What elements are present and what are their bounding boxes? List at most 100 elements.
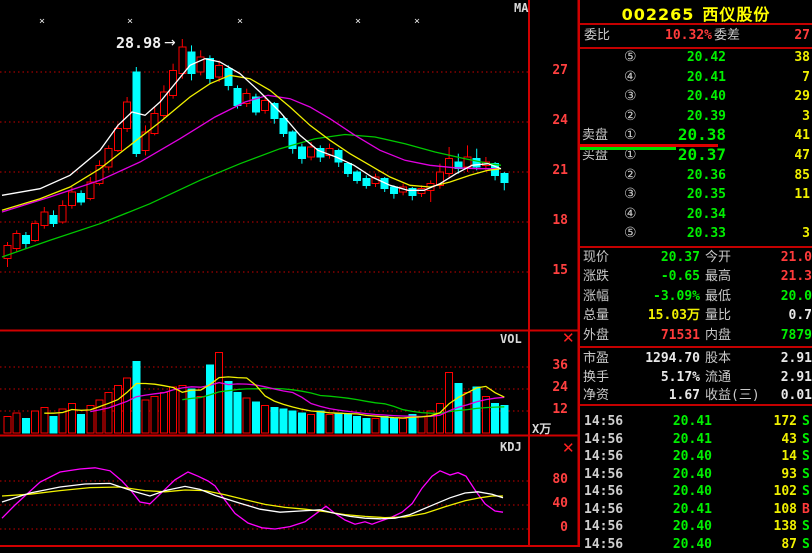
fund-value: 0.01 bbox=[756, 386, 812, 405]
ladder-price: 20.39 bbox=[646, 107, 726, 127]
stock-name: 西仪股份 bbox=[702, 5, 770, 24]
ladder-price: 20.38 bbox=[646, 126, 726, 144]
info-row: 涨幅-3.09%最低20.0 bbox=[580, 287, 812, 306]
ladder-volume: 85 bbox=[760, 166, 810, 186]
tape-volume: 138 bbox=[720, 518, 797, 536]
divider bbox=[580, 23, 812, 25]
ladder-price: 20.35 bbox=[646, 185, 726, 205]
tape-price: 20.40 bbox=[656, 483, 712, 501]
tape-volume: 43 bbox=[720, 431, 797, 449]
tape-direction-flag: B bbox=[802, 501, 810, 519]
axis-tick-label: 80 bbox=[528, 472, 574, 487]
fundamental-row: 净资 1.67 收益(三)0.01 bbox=[580, 386, 812, 405]
info-value: 15.03万 bbox=[618, 306, 700, 325]
volume-panel[interactable] bbox=[0, 332, 528, 434]
ask-row-②[interactable]: ②20.393 bbox=[580, 107, 812, 127]
kdj-panel[interactable] bbox=[0, 437, 528, 547]
info-value: 20.37 bbox=[618, 248, 700, 267]
fund-value: 1.67 bbox=[618, 386, 700, 405]
weicha-label: 委差 bbox=[714, 26, 740, 46]
bid-row-②[interactable]: ②20.3685 bbox=[580, 166, 812, 186]
info-row: 总量15.03万量比0.7 bbox=[580, 306, 812, 325]
bid-row-③[interactable]: ③20.3511 bbox=[580, 185, 812, 205]
divider bbox=[580, 404, 812, 406]
fund-label: 换手 bbox=[583, 368, 609, 387]
ladder-level-icon: ② bbox=[624, 166, 637, 186]
tape-volume: 87 bbox=[720, 536, 797, 553]
kdj-label: KDJ bbox=[500, 440, 522, 454]
tape-volume: 108 bbox=[720, 501, 797, 519]
tape-time: 14:56 bbox=[584, 448, 623, 466]
tape-row: 14:5620.4014S bbox=[580, 448, 812, 466]
tape-row: 14:56 20.41 43 S bbox=[580, 431, 812, 449]
ladder-volume: 7 bbox=[760, 68, 810, 88]
kdj-panel-close-icon[interactable]: ✕ bbox=[562, 441, 575, 455]
ma-label: MA bbox=[514, 1, 528, 15]
info-label: 内盘 bbox=[705, 326, 731, 345]
tape-time: 14:56 bbox=[584, 536, 623, 553]
vol-label: VOL bbox=[500, 332, 522, 346]
ask-row-④[interactable]: ④20.417 bbox=[580, 68, 812, 88]
tape-price: 20.41 bbox=[656, 501, 712, 519]
fund-value: 2.91 bbox=[756, 368, 812, 387]
info-label: 总量 bbox=[583, 306, 609, 325]
ladder-level-icon: ③ bbox=[624, 87, 637, 107]
axis-tick-label: 27 bbox=[528, 63, 574, 78]
fund-value: 1294.70 bbox=[618, 349, 700, 368]
ladder-price: 20.41 bbox=[646, 68, 726, 88]
tape-price: 20.40 bbox=[656, 448, 712, 466]
axis-tick-label: 0 bbox=[528, 520, 574, 535]
info-label: 最低 bbox=[705, 287, 731, 306]
info-row: 外盘71531内盘7879 bbox=[580, 326, 812, 345]
fund-label: 净资 bbox=[583, 386, 609, 405]
stock-trading-app: { "header": {"code": "002265", "name": "… bbox=[0, 0, 812, 547]
tape-direction-flag: S bbox=[802, 518, 810, 536]
bid-row-⑤[interactable]: ⑤20.333 bbox=[580, 224, 812, 244]
axis-tick-label: 40 bbox=[528, 496, 574, 511]
tape-volume: 102 bbox=[720, 483, 797, 501]
weibi-value: 10.32% bbox=[632, 26, 712, 46]
weibi-label: 委比 bbox=[584, 26, 610, 46]
ladder-price: 20.42 bbox=[646, 48, 726, 68]
info-label: 外盘 bbox=[583, 326, 609, 345]
fund-label: 股本 bbox=[705, 349, 731, 368]
info-value: 21.3 bbox=[756, 267, 812, 286]
info-label: 今开 bbox=[705, 248, 731, 267]
info-value: 71531 bbox=[618, 326, 700, 345]
tape-time: 14:56 bbox=[584, 466, 623, 484]
ladder-level-icon: ④ bbox=[624, 205, 637, 225]
tape-time: 14:56 bbox=[584, 413, 623, 431]
info-row: 现价 20.37 今开 21.0 bbox=[580, 248, 812, 267]
ladder-level-icon: ② bbox=[624, 107, 637, 127]
tape-direction-flag: S bbox=[802, 431, 810, 449]
info-label: 量比 bbox=[705, 306, 731, 325]
main-candlestick-panel[interactable] bbox=[0, 0, 528, 330]
fund-value: 2.91 bbox=[756, 349, 812, 368]
fund-label: 收益(三) bbox=[705, 386, 760, 405]
tape-price: 20.41 bbox=[656, 431, 712, 449]
axis-tick-label: 21 bbox=[528, 163, 574, 178]
ladder-price: 20.34 bbox=[646, 205, 726, 225]
tape-price: 20.41 bbox=[656, 413, 712, 431]
vol-panel-close-icon[interactable]: ✕ bbox=[562, 331, 575, 345]
bid-ask-divider bbox=[580, 144, 812, 147]
info-value: -3.09% bbox=[618, 287, 700, 306]
tape-row: 14:5620.4093S bbox=[580, 466, 812, 484]
ladder-price: 20.33 bbox=[646, 224, 726, 244]
info-value: 21.0 bbox=[756, 248, 812, 267]
ladder-volume: 3 bbox=[760, 224, 810, 244]
stock-code: 002265 bbox=[622, 5, 695, 24]
bid-row-④[interactable]: ④ 20.34 bbox=[580, 205, 812, 225]
axis-tick-label: 36 bbox=[528, 358, 574, 373]
ask-row-③[interactable]: ③20.4029 bbox=[580, 87, 812, 107]
quote-panel: 002265 西仪股份 委比 10.32% 委差 27 ⑤20.4238 ④ 20.4… bbox=[578, 0, 812, 547]
axis-tick-label: 24 bbox=[528, 380, 574, 395]
tape-price: 20.40 bbox=[656, 536, 712, 553]
weicha-value: 27 bbox=[760, 26, 810, 46]
ask-row-⑤[interactable]: ⑤20.4238 bbox=[580, 48, 812, 68]
tape-time: 14:56 bbox=[584, 431, 623, 449]
info-label: 现价 bbox=[583, 248, 609, 267]
tape-volume: 172 bbox=[720, 413, 797, 431]
tape-row: 14:5620.41172S bbox=[580, 413, 812, 431]
ladder-price: 20.40 bbox=[646, 87, 726, 107]
